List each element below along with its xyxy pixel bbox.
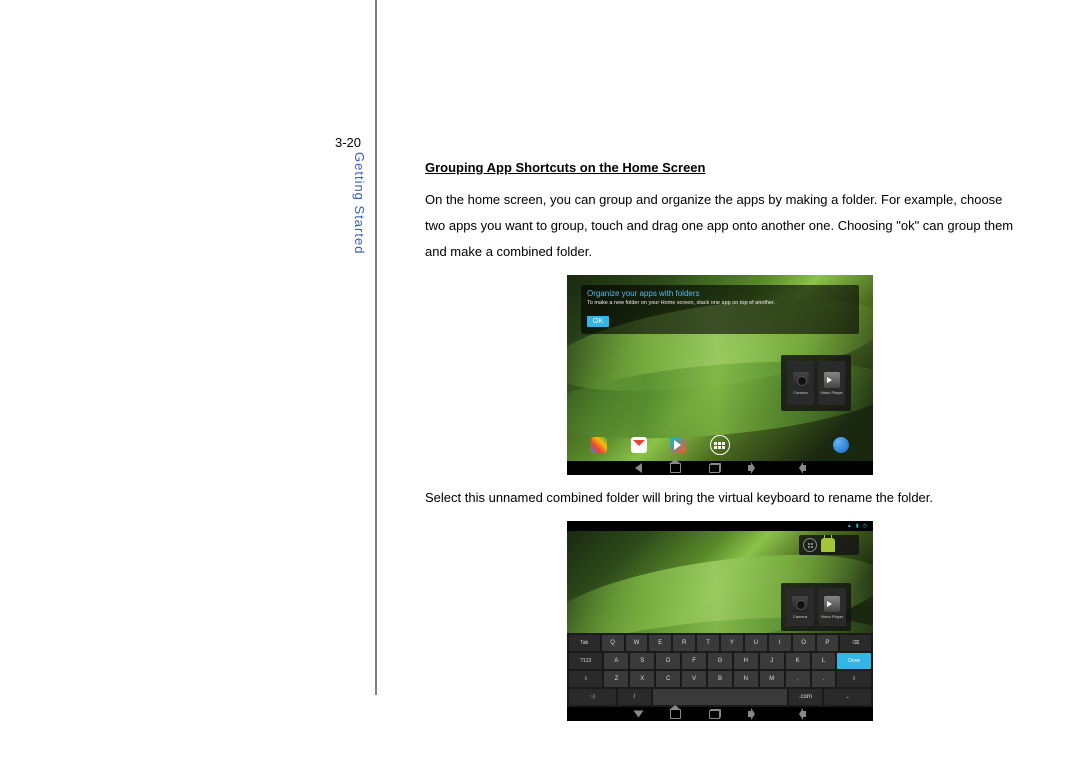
key-m[interactable]: M bbox=[760, 671, 784, 687]
key-x[interactable]: X bbox=[630, 671, 654, 687]
key-n[interactable]: N bbox=[734, 671, 758, 687]
key-shift-left[interactable]: ⇧ bbox=[569, 671, 602, 687]
dialog-subtitle: To make a new folder on your Home screen… bbox=[587, 300, 853, 306]
key-com[interactable]: .com bbox=[789, 689, 822, 705]
maps-icon[interactable] bbox=[591, 437, 607, 453]
video-icon bbox=[824, 372, 840, 388]
app-label: Camera bbox=[793, 614, 807, 619]
volume-down-icon[interactable] bbox=[748, 465, 763, 471]
app-camera[interactable]: Camera bbox=[786, 588, 814, 626]
key-shift-right[interactable]: ⇧ bbox=[837, 671, 870, 687]
key-f[interactable]: F bbox=[682, 653, 706, 669]
app-label: Video Player bbox=[820, 390, 843, 395]
home-icon[interactable] bbox=[670, 709, 681, 719]
nav-bar bbox=[567, 461, 873, 475]
key-a[interactable]: A bbox=[604, 653, 628, 669]
page-number: 3-20 bbox=[335, 135, 361, 150]
key-o[interactable]: O bbox=[793, 635, 815, 651]
keyboard-row-3: ⇧ Z X C V B N M , . ⇧ bbox=[569, 671, 871, 687]
key-h[interactable]: H bbox=[734, 653, 758, 669]
key-symbols[interactable]: ?123 bbox=[569, 653, 602, 669]
folder-popup: Camera Video Player bbox=[781, 355, 851, 411]
recent-icon[interactable] bbox=[709, 710, 720, 719]
keyboard-row-4: :-) / .com ⌄ bbox=[569, 689, 871, 705]
section-heading: Grouping App Shortcuts on the Home Scree… bbox=[425, 160, 1015, 175]
screenshot-2: ▲ ▮ ◷ Camera Video Player bbox=[567, 521, 873, 721]
key-u[interactable]: U bbox=[745, 635, 767, 651]
key-z[interactable]: Z bbox=[604, 671, 628, 687]
key-l[interactable]: L bbox=[812, 653, 836, 669]
key-e[interactable]: E bbox=[649, 635, 671, 651]
wifi-icon: ▲ bbox=[847, 523, 852, 529]
key-slash[interactable]: / bbox=[618, 689, 651, 705]
dialog-title: Organize your apps with folders bbox=[587, 289, 853, 298]
volume-up-icon[interactable] bbox=[791, 465, 806, 471]
key-backspace[interactable]: ⌫ bbox=[840, 635, 871, 651]
folder-title-bar[interactable] bbox=[799, 535, 859, 555]
paragraph-1: On the home screen, you can group and or… bbox=[425, 187, 1015, 265]
app-label: Video Player bbox=[821, 614, 844, 619]
virtual-keyboard: Tab Q W E R T Y U I O P ⌫ ?123 A S bbox=[567, 633, 873, 707]
key-p[interactable]: P bbox=[817, 635, 839, 651]
vertical-divider bbox=[375, 0, 377, 695]
key-s[interactable]: S bbox=[630, 653, 654, 669]
key-v[interactable]: V bbox=[682, 671, 706, 687]
clock: ◷ bbox=[863, 523, 867, 529]
keyboard-row-1: Tab Q W E R T Y U I O P ⌫ bbox=[569, 635, 871, 651]
keyboard-row-2: ?123 A S D F G H J K L Done bbox=[569, 653, 871, 669]
key-done[interactable]: Done bbox=[837, 653, 870, 669]
back-icon[interactable] bbox=[635, 463, 642, 473]
key-w[interactable]: W bbox=[626, 635, 648, 651]
key-emoji[interactable]: :-) bbox=[569, 689, 616, 705]
app-video-player[interactable]: Video Player bbox=[818, 361, 845, 405]
nav-bar bbox=[567, 707, 873, 721]
key-g[interactable]: G bbox=[708, 653, 732, 669]
folder-tip-dialog: Organize your apps with folders To make … bbox=[581, 285, 859, 334]
recent-icon[interactable] bbox=[709, 464, 720, 473]
folder-icon bbox=[803, 538, 817, 552]
camera-icon bbox=[793, 372, 809, 388]
volume-down-icon[interactable] bbox=[748, 711, 763, 717]
battery-icon: ▮ bbox=[856, 523, 859, 529]
key-k[interactable]: K bbox=[786, 653, 810, 669]
paragraph-2: Select this unnamed combined folder will… bbox=[425, 485, 1015, 511]
browser-icon[interactable] bbox=[833, 437, 849, 453]
key-period[interactable]: . bbox=[812, 671, 836, 687]
home-icon[interactable] bbox=[670, 463, 681, 473]
key-hide[interactable]: ⌄ bbox=[824, 689, 871, 705]
dock bbox=[591, 435, 849, 455]
play-store-icon[interactable] bbox=[670, 437, 686, 453]
key-q[interactable]: Q bbox=[602, 635, 624, 651]
app-drawer-icon[interactable] bbox=[710, 435, 730, 455]
key-t[interactable]: T bbox=[697, 635, 719, 651]
key-y[interactable]: Y bbox=[721, 635, 743, 651]
app-video-player[interactable]: Video Player bbox=[818, 588, 846, 626]
key-i[interactable]: I bbox=[769, 635, 791, 651]
app-label: Camera bbox=[793, 390, 807, 395]
status-bar: ▲ ▮ ◷ bbox=[567, 521, 873, 531]
key-tab[interactable]: Tab bbox=[569, 635, 600, 651]
android-icon bbox=[821, 538, 835, 552]
volume-up-icon[interactable] bbox=[791, 711, 806, 717]
section-label: Getting Started bbox=[352, 152, 367, 254]
screenshot-1: Organize your apps with folders To make … bbox=[567, 275, 873, 475]
app-camera[interactable]: Camera bbox=[787, 361, 814, 405]
key-j[interactable]: J bbox=[760, 653, 784, 669]
key-b[interactable]: B bbox=[708, 671, 732, 687]
key-c[interactable]: C bbox=[656, 671, 680, 687]
gmail-icon[interactable] bbox=[631, 437, 647, 453]
folder-popup: Camera Video Player bbox=[781, 583, 851, 631]
key-comma[interactable]: , bbox=[786, 671, 810, 687]
ok-button[interactable]: OK bbox=[587, 316, 609, 327]
camera-icon bbox=[792, 596, 808, 612]
back-icon[interactable] bbox=[633, 711, 643, 718]
key-r[interactable]: R bbox=[673, 635, 695, 651]
key-d[interactable]: D bbox=[656, 653, 680, 669]
key-space[interactable] bbox=[653, 689, 787, 705]
video-icon bbox=[824, 596, 840, 612]
